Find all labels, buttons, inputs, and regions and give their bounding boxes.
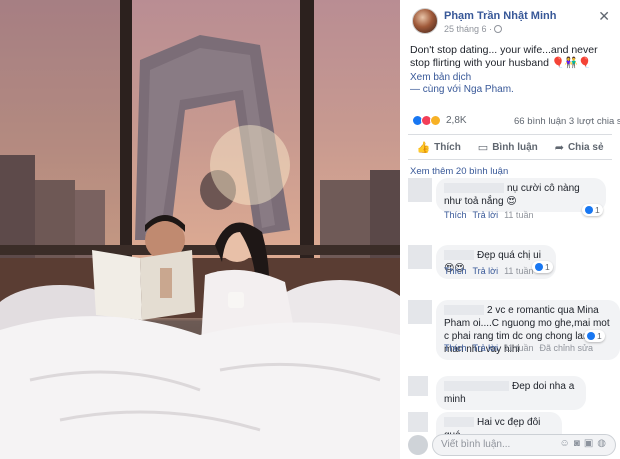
post-header: Phạm Trần Nhật Minh 25 tháng 6 · ✕ xyxy=(400,0,620,44)
comment-time[interactable]: 11 tuần xyxy=(504,210,533,220)
comment-time[interactable]: 11 tuần xyxy=(504,266,533,276)
like-reaction-icon xyxy=(585,206,593,214)
post-date: 25 tháng 6 · xyxy=(444,24,503,34)
post-photo[interactable] xyxy=(0,0,400,459)
reactions-count[interactable]: 2,8K xyxy=(446,115,467,126)
globe-icon xyxy=(494,25,503,33)
comment-input-placeholder: Viết bình luận... xyxy=(441,439,511,450)
comment-meta: Thích Trả lời 11 tuần xyxy=(444,210,533,220)
commenter-avatar[interactable] xyxy=(408,300,432,324)
share-label: Chia sẻ xyxy=(567,141,604,153)
like-label: Thích xyxy=(434,141,461,153)
comment-like-link[interactable]: Thích xyxy=(444,210,467,220)
commenter-name-blurred[interactable] xyxy=(444,183,504,194)
post-stats: 2,8K 66 bình luận 3 lượt chia sẻ xyxy=(400,110,620,130)
post-date-text[interactable]: 25 tháng 6 · xyxy=(444,24,492,34)
comment-like-link[interactable]: Thích xyxy=(444,343,467,353)
comment-reaction-count: 1 xyxy=(545,262,550,272)
post-actions: 👍 Thích ▭ Bình luận ➦ Chia sẻ xyxy=(408,134,612,160)
comment-item: Đẹp quá chị ui 😍😍 Thích Trả lời 11 tuần 1 xyxy=(408,245,620,279)
commenter-avatar[interactable] xyxy=(408,376,428,396)
thumbs-up-icon: 👍 xyxy=(416,141,431,154)
translate-link[interactable]: Xem bản dịch xyxy=(410,72,471,83)
commenter-name-blurred[interactable] xyxy=(444,381,509,392)
tagged-with[interactable]: — cùng với Nga Pham. xyxy=(410,84,514,95)
close-icon[interactable]: ✕ xyxy=(598,8,610,25)
comment-icon: ▭ xyxy=(477,141,489,154)
comment-edited[interactable]: Đã chỉnh sửa xyxy=(539,343,593,353)
view-more-comments[interactable]: Xem thêm 20 bình luận xyxy=(410,166,508,177)
comment-reply-link[interactable]: Trả lời xyxy=(473,343,499,353)
commenter-avatar[interactable] xyxy=(408,412,428,432)
post-panel: Phạm Trần Nhật Minh 25 tháng 6 · ✕ Don't… xyxy=(400,0,620,459)
emoji-icon[interactable]: ☺ xyxy=(560,438,574,449)
reaction-icons[interactable] xyxy=(412,114,441,126)
comment-button[interactable]: ▭ Bình luận xyxy=(478,141,538,154)
share-icon: ➦ xyxy=(554,141,564,154)
sticker-icon[interactable]: ◍ xyxy=(597,438,610,449)
photo-illustration xyxy=(0,0,400,459)
comment-label: Bình luận xyxy=(492,141,538,153)
share-button[interactable]: ➦ Chia sẻ xyxy=(555,141,604,154)
comment-time[interactable]: 11 tuần xyxy=(504,343,533,353)
camera-icon[interactable]: ◙ xyxy=(574,438,584,449)
like-button[interactable]: 👍 Thích xyxy=(416,141,460,154)
commenter-name-blurred[interactable] xyxy=(444,250,474,261)
comment-reaction-count: 1 xyxy=(597,331,602,341)
like-reaction-icon xyxy=(535,263,543,271)
comment-reaction-badge[interactable]: 1 xyxy=(532,261,553,273)
comment-bubble: Đep doi nha a minh xyxy=(436,376,586,410)
author-avatar[interactable] xyxy=(412,8,438,34)
comment-reaction-badge[interactable]: 1 xyxy=(584,330,605,342)
post-caption: Don't stop dating... your wife...and nev… xyxy=(410,44,598,69)
comment-reaction-count: 1 xyxy=(595,205,600,215)
current-user-avatar xyxy=(408,435,428,455)
comment-item: Đep doi nha a minh xyxy=(408,376,620,410)
comment-item: Hai vc đẹp đôi quá xyxy=(408,412,620,446)
commenter-avatar[interactable] xyxy=(408,178,432,202)
comment-meta: Thích Trả lời 11 tuần xyxy=(444,266,533,276)
comment-like-link[interactable]: Thích xyxy=(444,266,467,276)
commenter-avatar[interactable] xyxy=(408,245,432,269)
comment-reply-link[interactable]: Trả lời xyxy=(473,210,499,220)
comment-item: nụ cười cô nàng như toả nắng 😍 Thích Trả … xyxy=(408,178,620,222)
comments-shares-count[interactable]: 66 bình luận 3 lượt chia sẻ xyxy=(514,116,620,127)
gif-icon[interactable]: ▣ xyxy=(584,438,597,449)
comment-reaction-badge[interactable]: 1 xyxy=(582,204,603,216)
comment-item: 2 vc e romantic qua Mina Pham oi....C ng… xyxy=(408,300,620,360)
commenter-name-blurred[interactable] xyxy=(444,417,474,428)
composer-icons: ☺◙▣◍ xyxy=(560,438,610,449)
comment-composer: Viết bình luận... ☺◙▣◍ xyxy=(408,434,620,456)
haha-reaction-icon xyxy=(430,114,441,126)
comment-bubble: nụ cười cô nàng như toả nắng 😍 xyxy=(436,178,606,212)
like-reaction-icon xyxy=(587,332,595,340)
comment-reply-link[interactable]: Trả lời xyxy=(473,266,499,276)
author-name[interactable]: Phạm Trần Nhật Minh xyxy=(444,10,556,22)
comment-meta: Thích Trả lời 11 tuần Đã chỉnh sửa xyxy=(444,343,593,353)
commenter-name-blurred[interactable] xyxy=(444,305,484,316)
